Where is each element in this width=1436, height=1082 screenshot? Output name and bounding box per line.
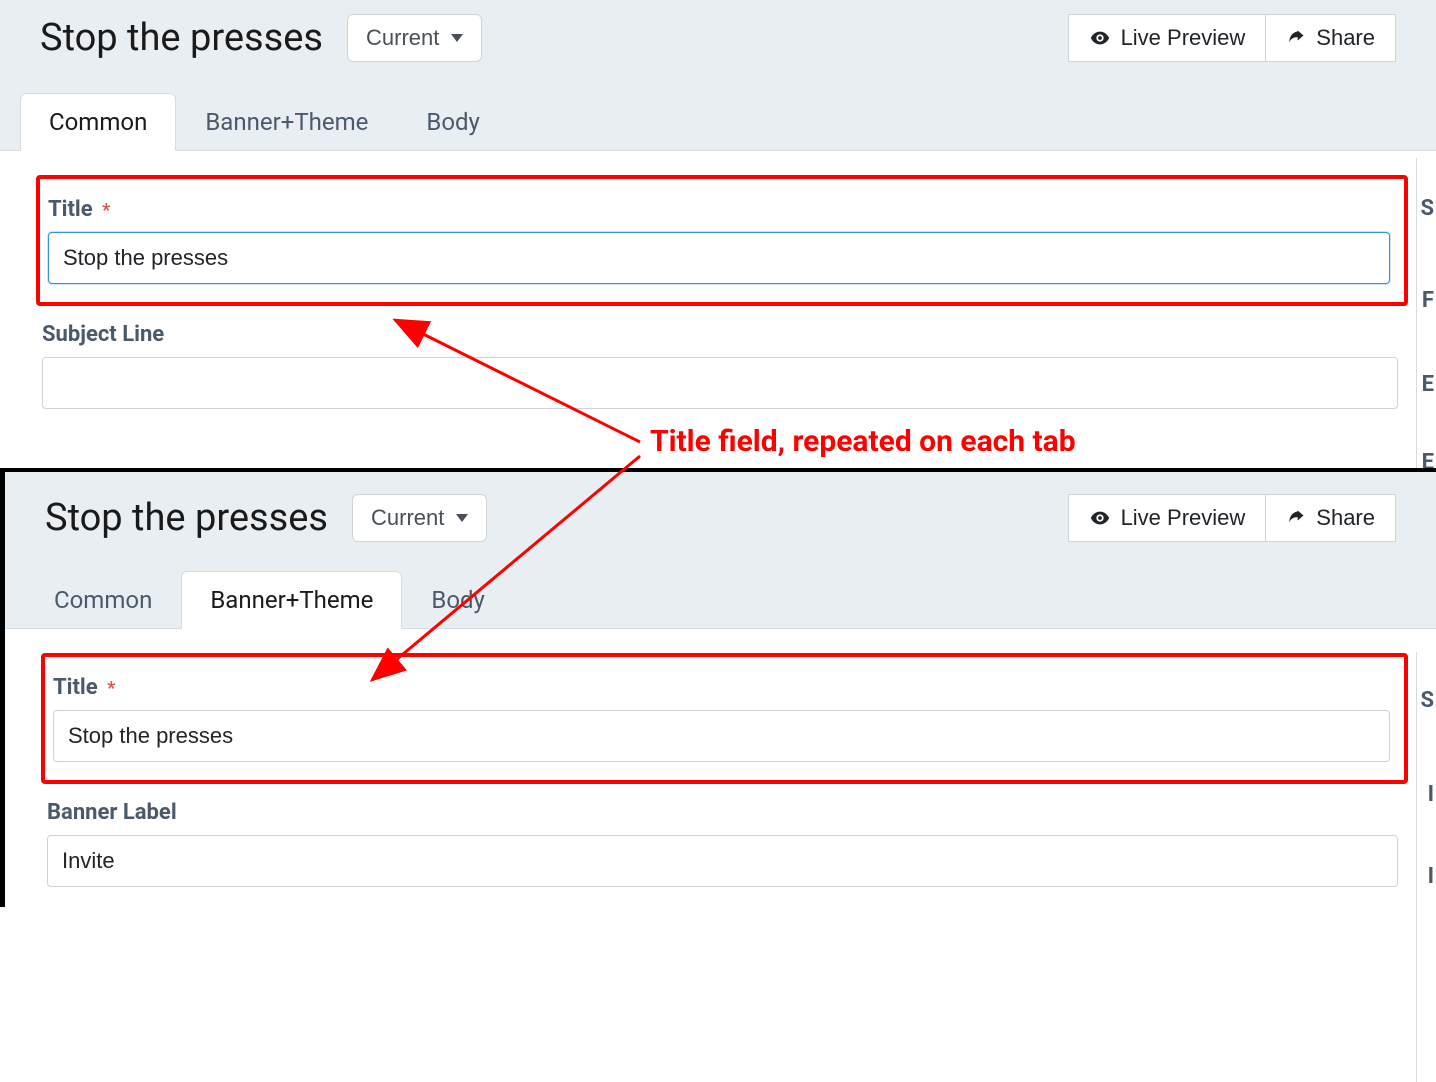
title-field-label: Title *: [53, 675, 1390, 700]
banner-label-label: Banner Label: [47, 800, 1398, 825]
annotation-highlight-box: Title *: [41, 653, 1408, 784]
live-preview-label: Live Preview: [1121, 25, 1246, 51]
title-input[interactable]: [53, 710, 1390, 762]
eye-icon: [1089, 507, 1111, 529]
version-dropdown-label: Current: [366, 25, 439, 51]
form-body-common: Title * Subject Line: [0, 151, 1436, 429]
sidebar-letter: I: [1428, 864, 1434, 889]
tab-body[interactable]: Body: [402, 571, 514, 629]
chevron-down-icon: [451, 34, 463, 42]
tab-banner-theme[interactable]: Banner+Theme: [181, 571, 402, 629]
sidebar-letter: S: [1420, 688, 1434, 713]
share-label: Share: [1316, 25, 1375, 51]
share-icon: [1286, 28, 1306, 48]
panel-banner-theme: Stop the presses Current Live Preview Sh…: [0, 468, 1436, 907]
version-dropdown-label: Current: [371, 505, 444, 531]
title-label-text: Title: [53, 675, 98, 700]
sidebar-letter: S: [1420, 196, 1434, 221]
form-body-banner-theme: Title * Banner Label: [5, 629, 1436, 907]
annotation-callout: Title field, repeated on each tab: [650, 424, 1076, 459]
version-dropdown[interactable]: Current: [347, 14, 482, 62]
subject-line-input[interactable]: [42, 357, 1398, 409]
sidebar-letter: F: [1422, 288, 1434, 313]
eye-icon: [1089, 27, 1111, 49]
tab-common[interactable]: Common: [25, 571, 181, 629]
live-preview-button[interactable]: Live Preview: [1068, 14, 1267, 62]
subject-line-label: Subject Line: [42, 322, 1398, 347]
panel-common: Stop the presses Current Live Preview Sh…: [0, 0, 1436, 429]
banner-label-field: Banner Label: [41, 794, 1408, 887]
tab-body[interactable]: Body: [397, 93, 509, 151]
version-dropdown[interactable]: Current: [352, 494, 487, 542]
tabs-bar: Common Banner+Theme Body: [5, 542, 1436, 629]
tabs-bar: Common Banner+Theme Body: [0, 62, 1436, 151]
share-label: Share: [1316, 505, 1375, 531]
share-button[interactable]: Share: [1266, 14, 1396, 62]
sidebar-letter: I: [1428, 782, 1434, 807]
title-label-text: Title: [48, 197, 93, 222]
page-title: Stop the presses: [40, 16, 323, 60]
page-title: Stop the presses: [45, 496, 328, 540]
tab-common[interactable]: Common: [20, 93, 176, 151]
share-icon: [1286, 508, 1306, 528]
header-bar: Stop the presses Current Live Preview Sh…: [5, 472, 1436, 542]
sidebar-letter: E: [1422, 372, 1434, 397]
required-asterisk-icon: *: [107, 678, 115, 699]
title-field-label: Title *: [48, 197, 1390, 222]
share-button[interactable]: Share: [1266, 494, 1396, 542]
annotation-highlight-box: Title *: [36, 175, 1408, 306]
live-preview-label: Live Preview: [1121, 505, 1246, 531]
header-actions: Live Preview Share: [1068, 494, 1396, 542]
banner-label-input[interactable]: [47, 835, 1398, 887]
header-actions: Live Preview Share: [1068, 14, 1396, 62]
chevron-down-icon: [456, 514, 468, 522]
required-asterisk-icon: *: [102, 200, 110, 221]
header-bar: Stop the presses Current Live Preview Sh…: [0, 0, 1436, 62]
live-preview-button[interactable]: Live Preview: [1068, 494, 1267, 542]
tab-banner-theme[interactable]: Banner+Theme: [176, 93, 397, 151]
subject-line-field: Subject Line: [36, 316, 1408, 409]
title-input[interactable]: [48, 232, 1390, 284]
